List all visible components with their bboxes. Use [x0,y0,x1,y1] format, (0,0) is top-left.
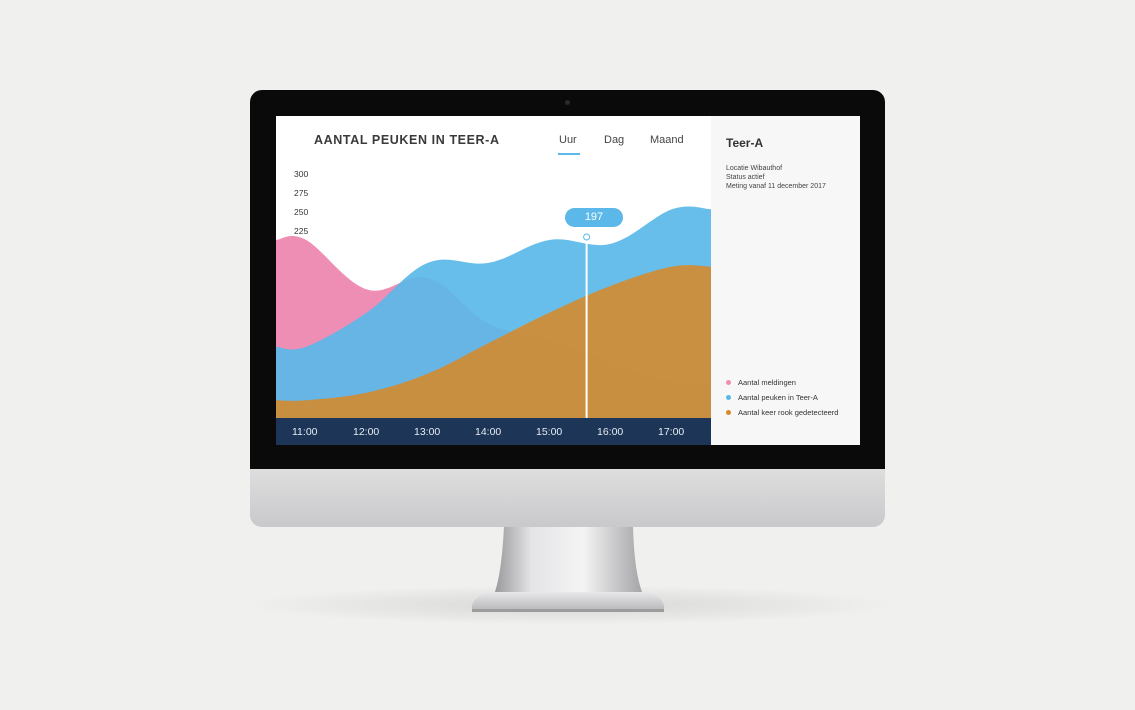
legend-dot-icon [726,394,731,400]
monitor-stand [471,526,665,612]
info-sidebar: Teer-A Locatie Wibauthof Status actief M… [711,116,860,445]
info-status: Status actief [726,174,765,181]
info-measure-start: Meting vanaf 11 december 2017 [726,183,826,190]
x-tick-label: 12:00 [353,426,380,438]
legend-item-meldingen: Aantal meldingen [726,378,796,388]
highlight-point[interactable] [583,233,591,241]
legend-label: Aantal meldingen [738,378,796,387]
legend-item-rook: Aantal keer rook gedetecteerd [726,408,838,418]
legend-label: Aantal keer rook gedetecteerd [738,408,839,417]
dashboard-screen: AANTAL PEUKEN IN TEER-A Uur Dag Maand 30… [276,116,860,445]
time-axis-bar: 11:00 12:00 13:00 14:00 15:00 16:00 17:00 [276,418,711,445]
location-title: Teer-A [726,136,764,150]
camera-icon [565,100,570,105]
value-tooltip: 197 [565,208,623,227]
x-tick-label: 16:00 [597,426,624,438]
legend-item-peuken: Aantal peuken in Teer-A [726,393,818,403]
x-tick-label: 17:00 [658,426,685,438]
monitor-chin [250,469,885,527]
x-tick-label: 11:00 [292,426,318,438]
legend-dot-icon [726,409,731,415]
info-location: Locatie Wibauthof [726,165,783,172]
x-tick-label: 15:00 [536,426,563,438]
x-tick-label: 14:00 [475,426,502,438]
area-chart [276,206,711,418]
x-tick-label: 13:00 [414,426,441,438]
legend-label: Aantal peuken in Teer-A [738,393,818,402]
chart-panel: AANTAL PEUKEN IN TEER-A Uur Dag Maand 30… [276,116,711,445]
legend-dot-icon [726,379,731,385]
